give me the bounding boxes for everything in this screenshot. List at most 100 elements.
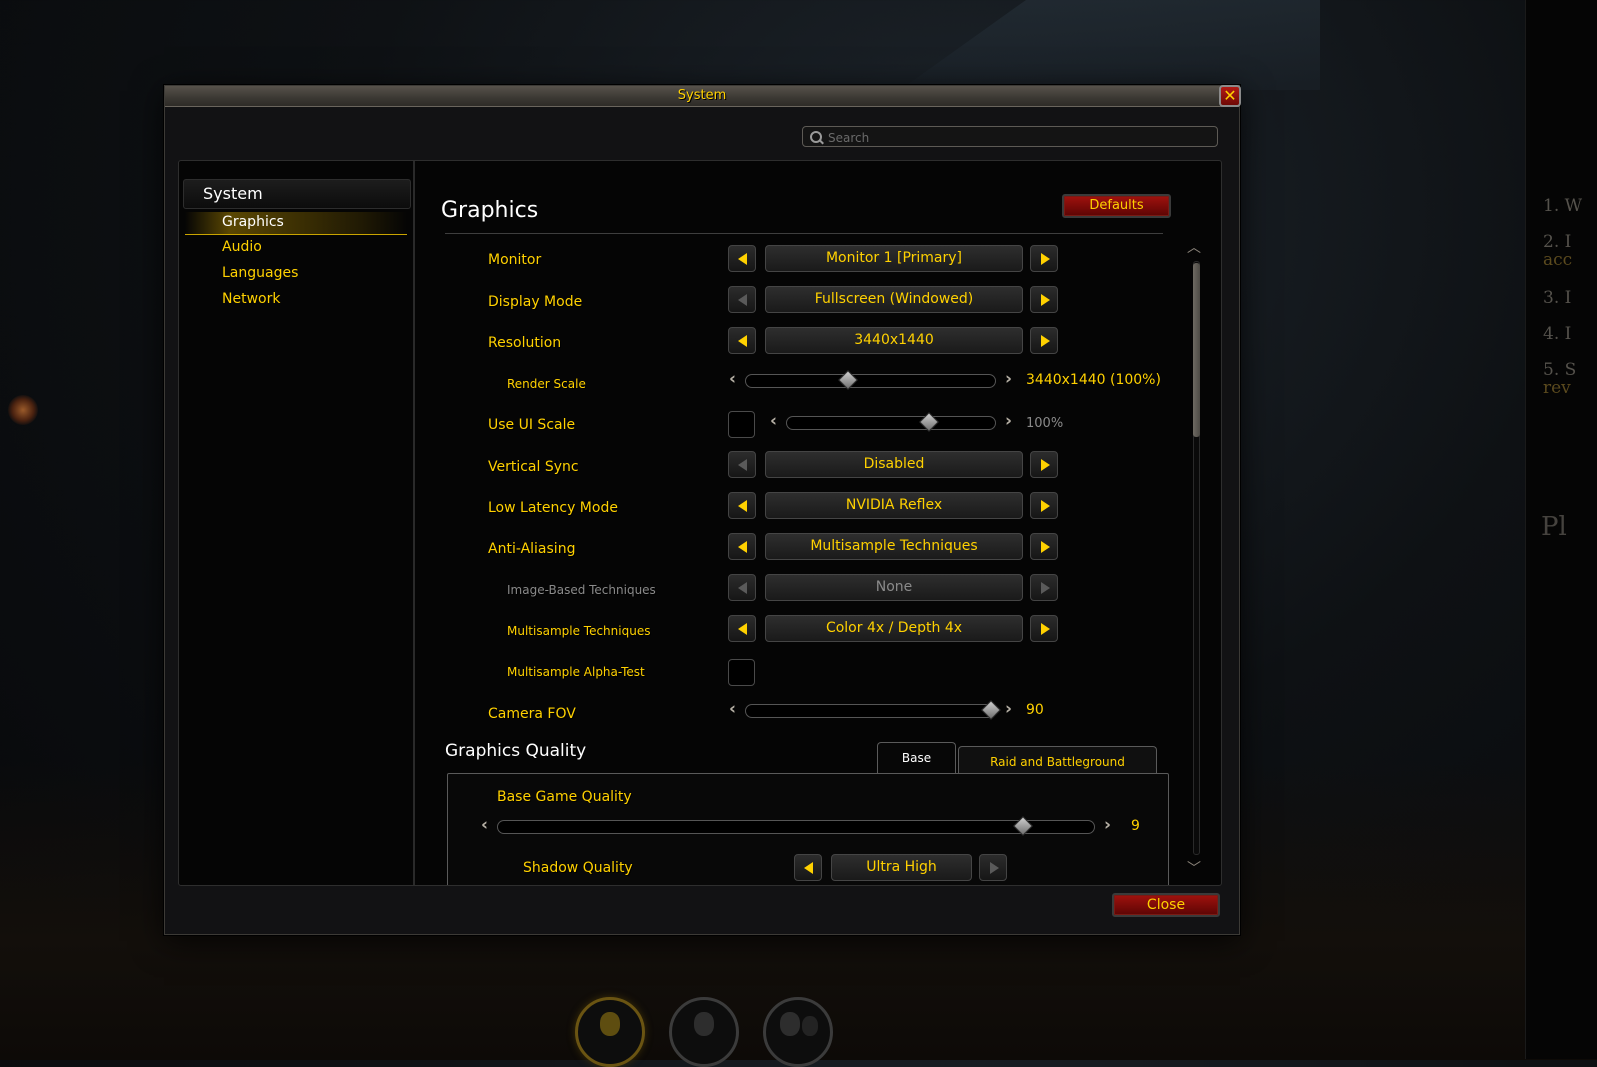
sidebar-item-label: Graphics xyxy=(222,214,284,230)
slider-track[interactable] xyxy=(745,704,996,718)
anti-aliasing-next-button[interactable] xyxy=(1030,533,1058,560)
shadow-quality-prev-button[interactable] xyxy=(794,854,822,881)
low-latency-mode-label: Low Latency Mode xyxy=(488,500,618,516)
close-x-icon: ✕ xyxy=(1223,86,1237,105)
arrow-left-icon xyxy=(738,294,747,306)
image-based-next-button[interactable] xyxy=(1030,574,1058,601)
single-player-icon xyxy=(694,1012,714,1036)
low-latency-value[interactable]: NVIDIA Reflex xyxy=(765,492,1023,519)
scrollbar-thumb[interactable] xyxy=(1193,263,1200,437)
scroll-down-button[interactable]: ﹀ xyxy=(1186,861,1202,877)
slider-decrease-icon[interactable]: ‹ xyxy=(729,371,736,388)
system-settings-window: System ✕ System Graphics Audio Languages… xyxy=(164,85,1241,935)
character-button[interactable] xyxy=(575,997,645,1067)
slider-decrease-icon[interactable]: ‹ xyxy=(729,701,736,718)
group-icon-second xyxy=(802,1016,818,1036)
side-list-line: rev xyxy=(1543,378,1571,398)
low-latency-prev-button[interactable] xyxy=(728,492,756,519)
background-side-list: 1. W 2. I acc 3. I 4. I 5. S rev xyxy=(1543,198,1582,416)
graphics-settings-pane: Graphics Defaults Monitor Monitor 1 [Pri… xyxy=(415,161,1221,885)
multisample-prev-button[interactable] xyxy=(728,615,756,642)
multisample-value[interactable]: Color 4x / Depth 4x xyxy=(765,615,1023,642)
slider-increase-icon[interactable]: › xyxy=(1005,413,1012,430)
resolution-prev-button[interactable] xyxy=(728,327,756,354)
sidebar-item-network[interactable]: Network xyxy=(185,289,407,311)
display-mode-prev-button[interactable] xyxy=(728,286,756,313)
scroll-up-button[interactable]: ︿ xyxy=(1186,241,1202,255)
close-button[interactable]: Close xyxy=(1112,893,1220,917)
background-campfire xyxy=(8,395,38,425)
arrow-right-icon xyxy=(990,862,999,874)
use-ui-scale-checkbox[interactable] xyxy=(728,411,755,438)
vertical-sync-label: Vertical Sync xyxy=(488,459,579,475)
image-based-techniques-label: Image-Based Techniques xyxy=(507,583,656,597)
multisample-next-button[interactable] xyxy=(1030,615,1058,642)
settings-sidebar: System Graphics Audio Languages Network xyxy=(179,161,415,885)
slider-increase-icon[interactable]: › xyxy=(1005,371,1012,388)
anti-aliasing-prev-button[interactable] xyxy=(728,533,756,560)
slider-track[interactable] xyxy=(497,820,1095,834)
graphics-quality-title: Graphics Quality xyxy=(445,741,587,761)
window-title: System xyxy=(677,88,727,103)
slider-decrease-icon[interactable]: ‹ xyxy=(481,817,488,834)
sidebar-category-system[interactable]: System xyxy=(183,179,411,209)
sidebar-item-languages[interactable]: Languages xyxy=(185,263,407,285)
image-based-value[interactable]: None xyxy=(765,574,1023,601)
monitor-value[interactable]: Monitor 1 [Primary] xyxy=(765,245,1023,272)
defaults-button[interactable]: Defaults xyxy=(1062,194,1171,218)
monitor-label: Monitor xyxy=(488,252,542,268)
sidebar-item-label: Languages xyxy=(222,265,299,281)
slider-track[interactable] xyxy=(745,374,996,388)
character-icon xyxy=(600,1012,620,1036)
render-scale-slider[interactable]: ‹ › xyxy=(729,370,1012,390)
camera-fov-value: 90 xyxy=(1026,702,1044,718)
sidebar-item-graphics[interactable]: Graphics xyxy=(185,212,407,235)
slider-increase-icon[interactable]: › xyxy=(1005,701,1012,718)
tab-base[interactable]: Base xyxy=(877,742,956,774)
image-based-prev-button[interactable] xyxy=(728,574,756,601)
tab-raid-and-battleground[interactable]: Raid and Battleground xyxy=(958,746,1157,774)
shadow-quality-next-button[interactable] xyxy=(979,854,1007,881)
display-mode-label: Display Mode xyxy=(488,294,583,310)
ui-scale-slider[interactable]: ‹ › xyxy=(770,412,1012,432)
arrow-left-icon xyxy=(738,253,747,265)
multisample-alpha-test-label: Multisample Alpha-Test xyxy=(507,665,645,679)
display-mode-value[interactable]: Fullscreen (Windowed) xyxy=(765,286,1023,313)
arrow-right-icon xyxy=(1041,541,1050,553)
vertical-sync-prev-button[interactable] xyxy=(728,451,756,478)
arrow-right-icon xyxy=(1041,623,1050,635)
search-field[interactable] xyxy=(802,126,1218,148)
multisample-alpha-test-checkbox[interactable] xyxy=(728,659,755,686)
monitor-prev-button[interactable] xyxy=(728,245,756,272)
ui-scale-value: 100% xyxy=(1026,416,1064,431)
group-button[interactable] xyxy=(763,997,833,1067)
render-scale-value: 3440x1440 (100%) xyxy=(1026,372,1161,388)
slider-increase-icon[interactable]: › xyxy=(1104,817,1111,834)
window-titlebar[interactable]: System ✕ xyxy=(165,85,1241,107)
camera-fov-slider[interactable]: ‹ › xyxy=(729,700,1012,720)
slider-track[interactable] xyxy=(786,416,996,430)
vertical-sync-value[interactable]: Disabled xyxy=(765,451,1023,478)
base-game-quality-value: 9 xyxy=(1131,818,1140,834)
sidebar-category-label: System xyxy=(203,184,263,203)
page-title: Graphics xyxy=(441,198,539,223)
sidebar-item-audio[interactable]: Audio xyxy=(185,237,407,259)
slider-decrease-icon[interactable]: ‹ xyxy=(770,413,777,430)
search-input[interactable] xyxy=(826,127,1210,148)
resolution-next-button[interactable] xyxy=(1030,327,1058,354)
window-close-button[interactable]: ✕ xyxy=(1219,85,1241,107)
base-game-quality-slider[interactable]: ‹ › xyxy=(481,816,1111,836)
vertical-sync-next-button[interactable] xyxy=(1030,451,1058,478)
monitor-next-button[interactable] xyxy=(1030,245,1058,272)
sidebar-item-label: Network xyxy=(222,291,281,307)
single-player-button[interactable] xyxy=(669,997,739,1067)
low-latency-next-button[interactable] xyxy=(1030,492,1058,519)
side-list-line: 5. S xyxy=(1543,360,1577,380)
anti-aliasing-value[interactable]: Multisample Techniques xyxy=(765,533,1023,560)
resolution-value[interactable]: 3440x1440 xyxy=(765,327,1023,354)
side-list-line: 3. I xyxy=(1543,288,1572,308)
chevron-down-icon: ﹀ xyxy=(1187,861,1201,877)
shadow-quality-value[interactable]: Ultra High xyxy=(831,854,972,881)
background-side-panel xyxy=(1525,0,1597,1059)
display-mode-next-button[interactable] xyxy=(1030,286,1058,313)
